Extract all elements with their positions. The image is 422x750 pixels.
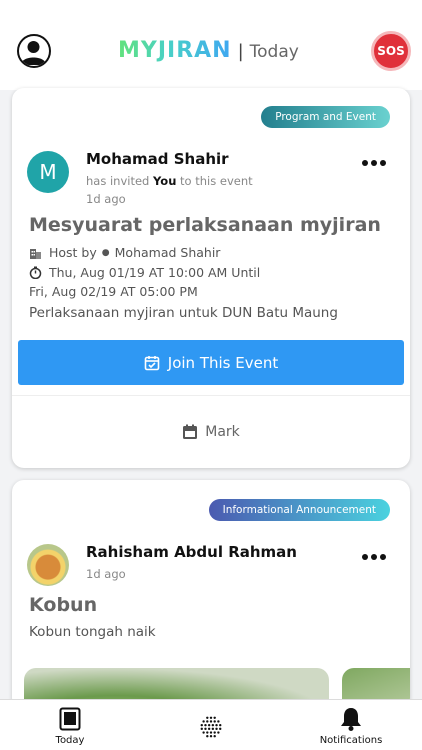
author-avatar[interactable]: M	[27, 151, 69, 193]
brand: MYJIRAN | Today	[118, 38, 299, 64]
ellipsis-dot	[380, 554, 386, 560]
post-time: 1d ago	[86, 567, 126, 581]
more-options-button[interactable]	[362, 158, 386, 168]
ellipsis-icon	[362, 554, 368, 560]
post-title: Kobun	[29, 594, 98, 616]
bottom-tab-bar: Today Notifications	[0, 699, 422, 750]
invite-text: has invited You to this event	[86, 174, 253, 188]
tab-today-label: Today	[55, 735, 85, 746]
date-line-1: Thu, Aug 01/19 AT 10:00 AM Until	[29, 265, 260, 280]
tab-notifications-label: Notifications	[319, 735, 383, 746]
tab-explore[interactable]	[196, 700, 226, 750]
announcement-post-card[interactable]: Informational Announcement Rahisham Abdu…	[12, 480, 410, 710]
host-line: Host by ● Mohamad Shahir	[29, 245, 220, 260]
divider	[12, 395, 410, 396]
ellipsis-icon	[362, 160, 368, 166]
user-circle-icon	[21, 41, 46, 65]
bell-icon	[339, 706, 363, 732]
event-post-card[interactable]: Program and Event M Mohamad Shahir has i…	[12, 88, 410, 468]
join-event-button[interactable]: Join This Event	[18, 340, 404, 385]
sos-label: SOS	[377, 44, 405, 58]
sos-button[interactable]: SOS	[371, 31, 411, 71]
building-icon	[29, 246, 43, 260]
event-start: Thu, Aug 01/19 AT 10:00 AM Until	[49, 265, 261, 280]
calendar-icon	[182, 424, 198, 440]
author-avatar[interactable]	[27, 544, 69, 586]
dot-grid-icon	[199, 714, 223, 740]
host-bullet: ●	[101, 247, 110, 258]
tablet-icon	[58, 706, 82, 732]
profile-button[interactable]	[17, 34, 51, 68]
join-event-label: Join This Event	[167, 353, 279, 372]
invite-suffix: to this event	[180, 174, 253, 188]
event-description: Perlaksanaan myjiran untuk DUN Batu Maun…	[29, 305, 338, 321]
mark-button[interactable]: Mark	[12, 424, 410, 440]
invite-you: You	[153, 174, 177, 188]
author-name[interactable]: Mohamad Shahir	[86, 150, 229, 168]
category-badge: Informational Announcement	[208, 499, 390, 521]
category-badge: Program and Event	[261, 106, 390, 128]
more-options-button[interactable]	[362, 552, 386, 562]
event-end: Fri, Aug 02/19 AT 05:00 PM	[29, 284, 198, 299]
ellipsis-dot	[380, 160, 386, 166]
page-title: Today	[249, 42, 299, 62]
event-title: Mesyuarat perlaksanaan myjiran	[29, 214, 381, 236]
tab-today[interactable]: Today	[50, 700, 90, 750]
stopwatch-icon	[29, 266, 43, 280]
mark-label: Mark	[205, 424, 240, 440]
invite-prefix: has invited	[86, 174, 150, 188]
app-root: MYJIRAN | Today SOS Program and Event M …	[0, 0, 422, 750]
top-header: MYJIRAN | Today SOS	[0, 0, 422, 90]
brand-logo: MYJIRAN	[118, 38, 232, 63]
post-description: Kobun tongah naik	[29, 624, 156, 640]
avatar-letter: M	[39, 160, 57, 184]
host-label: Host by	[49, 245, 97, 260]
calendar-check-icon	[144, 355, 160, 371]
ellipsis-dot	[371, 160, 377, 166]
brand-separator: |	[237, 41, 244, 62]
tab-notifications[interactable]: Notifications	[316, 700, 386, 750]
author-name[interactable]: Rahisham Abdul Rahman	[86, 543, 297, 561]
post-time: 1d ago	[86, 192, 126, 206]
ellipsis-dot	[371, 554, 377, 560]
host-name: Mohamad Shahir	[114, 245, 221, 260]
